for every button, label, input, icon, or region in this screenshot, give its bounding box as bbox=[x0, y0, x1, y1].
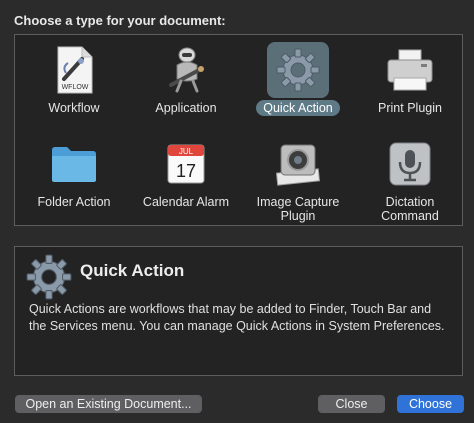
printer-icon bbox=[379, 42, 441, 98]
type-application[interactable]: Application bbox=[130, 39, 242, 131]
image-capture-icon bbox=[267, 136, 329, 192]
svg-text:WFLOW: WFLOW bbox=[62, 84, 89, 91]
type-label: Calendar Alarm bbox=[142, 195, 230, 209]
type-label: Workflow bbox=[48, 101, 100, 115]
type-print-plugin[interactable]: Print Plugin bbox=[354, 39, 466, 131]
description-title: Quick Action bbox=[80, 261, 185, 280]
close-button[interactable]: Close bbox=[318, 395, 385, 413]
type-label: Quick Action bbox=[256, 100, 340, 116]
type-workflow[interactable]: WFLOW Workflow bbox=[18, 39, 130, 131]
document-type-grid: WFLOW Workflow Application Quick Action … bbox=[14, 34, 463, 226]
type-dictation-command[interactable]: Dictation Command bbox=[354, 133, 466, 225]
dialog-heading: Choose a type for your document: bbox=[14, 13, 226, 28]
svg-text:17: 17 bbox=[176, 161, 196, 181]
type-quick-action[interactable]: Quick Action bbox=[242, 39, 354, 131]
type-label: Folder Action bbox=[37, 195, 111, 209]
folder-icon bbox=[43, 136, 105, 192]
type-folder-action[interactable]: Folder Action bbox=[18, 133, 130, 225]
gear-icon bbox=[25, 253, 73, 301]
open-existing-document-button[interactable]: Open an Existing Document... bbox=[15, 395, 202, 413]
description-text: Quick Actions are workflows that may be … bbox=[29, 302, 445, 333]
type-label: Dictation Command bbox=[381, 195, 439, 223]
description-panel: Quick Action Quick Actions are workflows… bbox=[14, 246, 463, 376]
choose-button[interactable]: Choose bbox=[397, 395, 464, 413]
gear-icon bbox=[267, 42, 329, 98]
type-image-capture-plugin[interactable]: Image Capture Plugin bbox=[242, 133, 354, 225]
workflow-document-icon: WFLOW bbox=[43, 42, 105, 98]
type-label: Application bbox=[155, 101, 217, 115]
type-label: Print Plugin bbox=[378, 101, 442, 115]
type-calendar-alarm[interactable]: JUL 17 Calendar Alarm bbox=[130, 133, 242, 225]
automator-robot-icon bbox=[155, 42, 217, 98]
microphone-icon bbox=[379, 136, 441, 192]
svg-text:JUL: JUL bbox=[179, 147, 194, 156]
calendar-icon: JUL 17 bbox=[155, 136, 217, 192]
type-label: Image Capture Plugin bbox=[256, 195, 340, 223]
